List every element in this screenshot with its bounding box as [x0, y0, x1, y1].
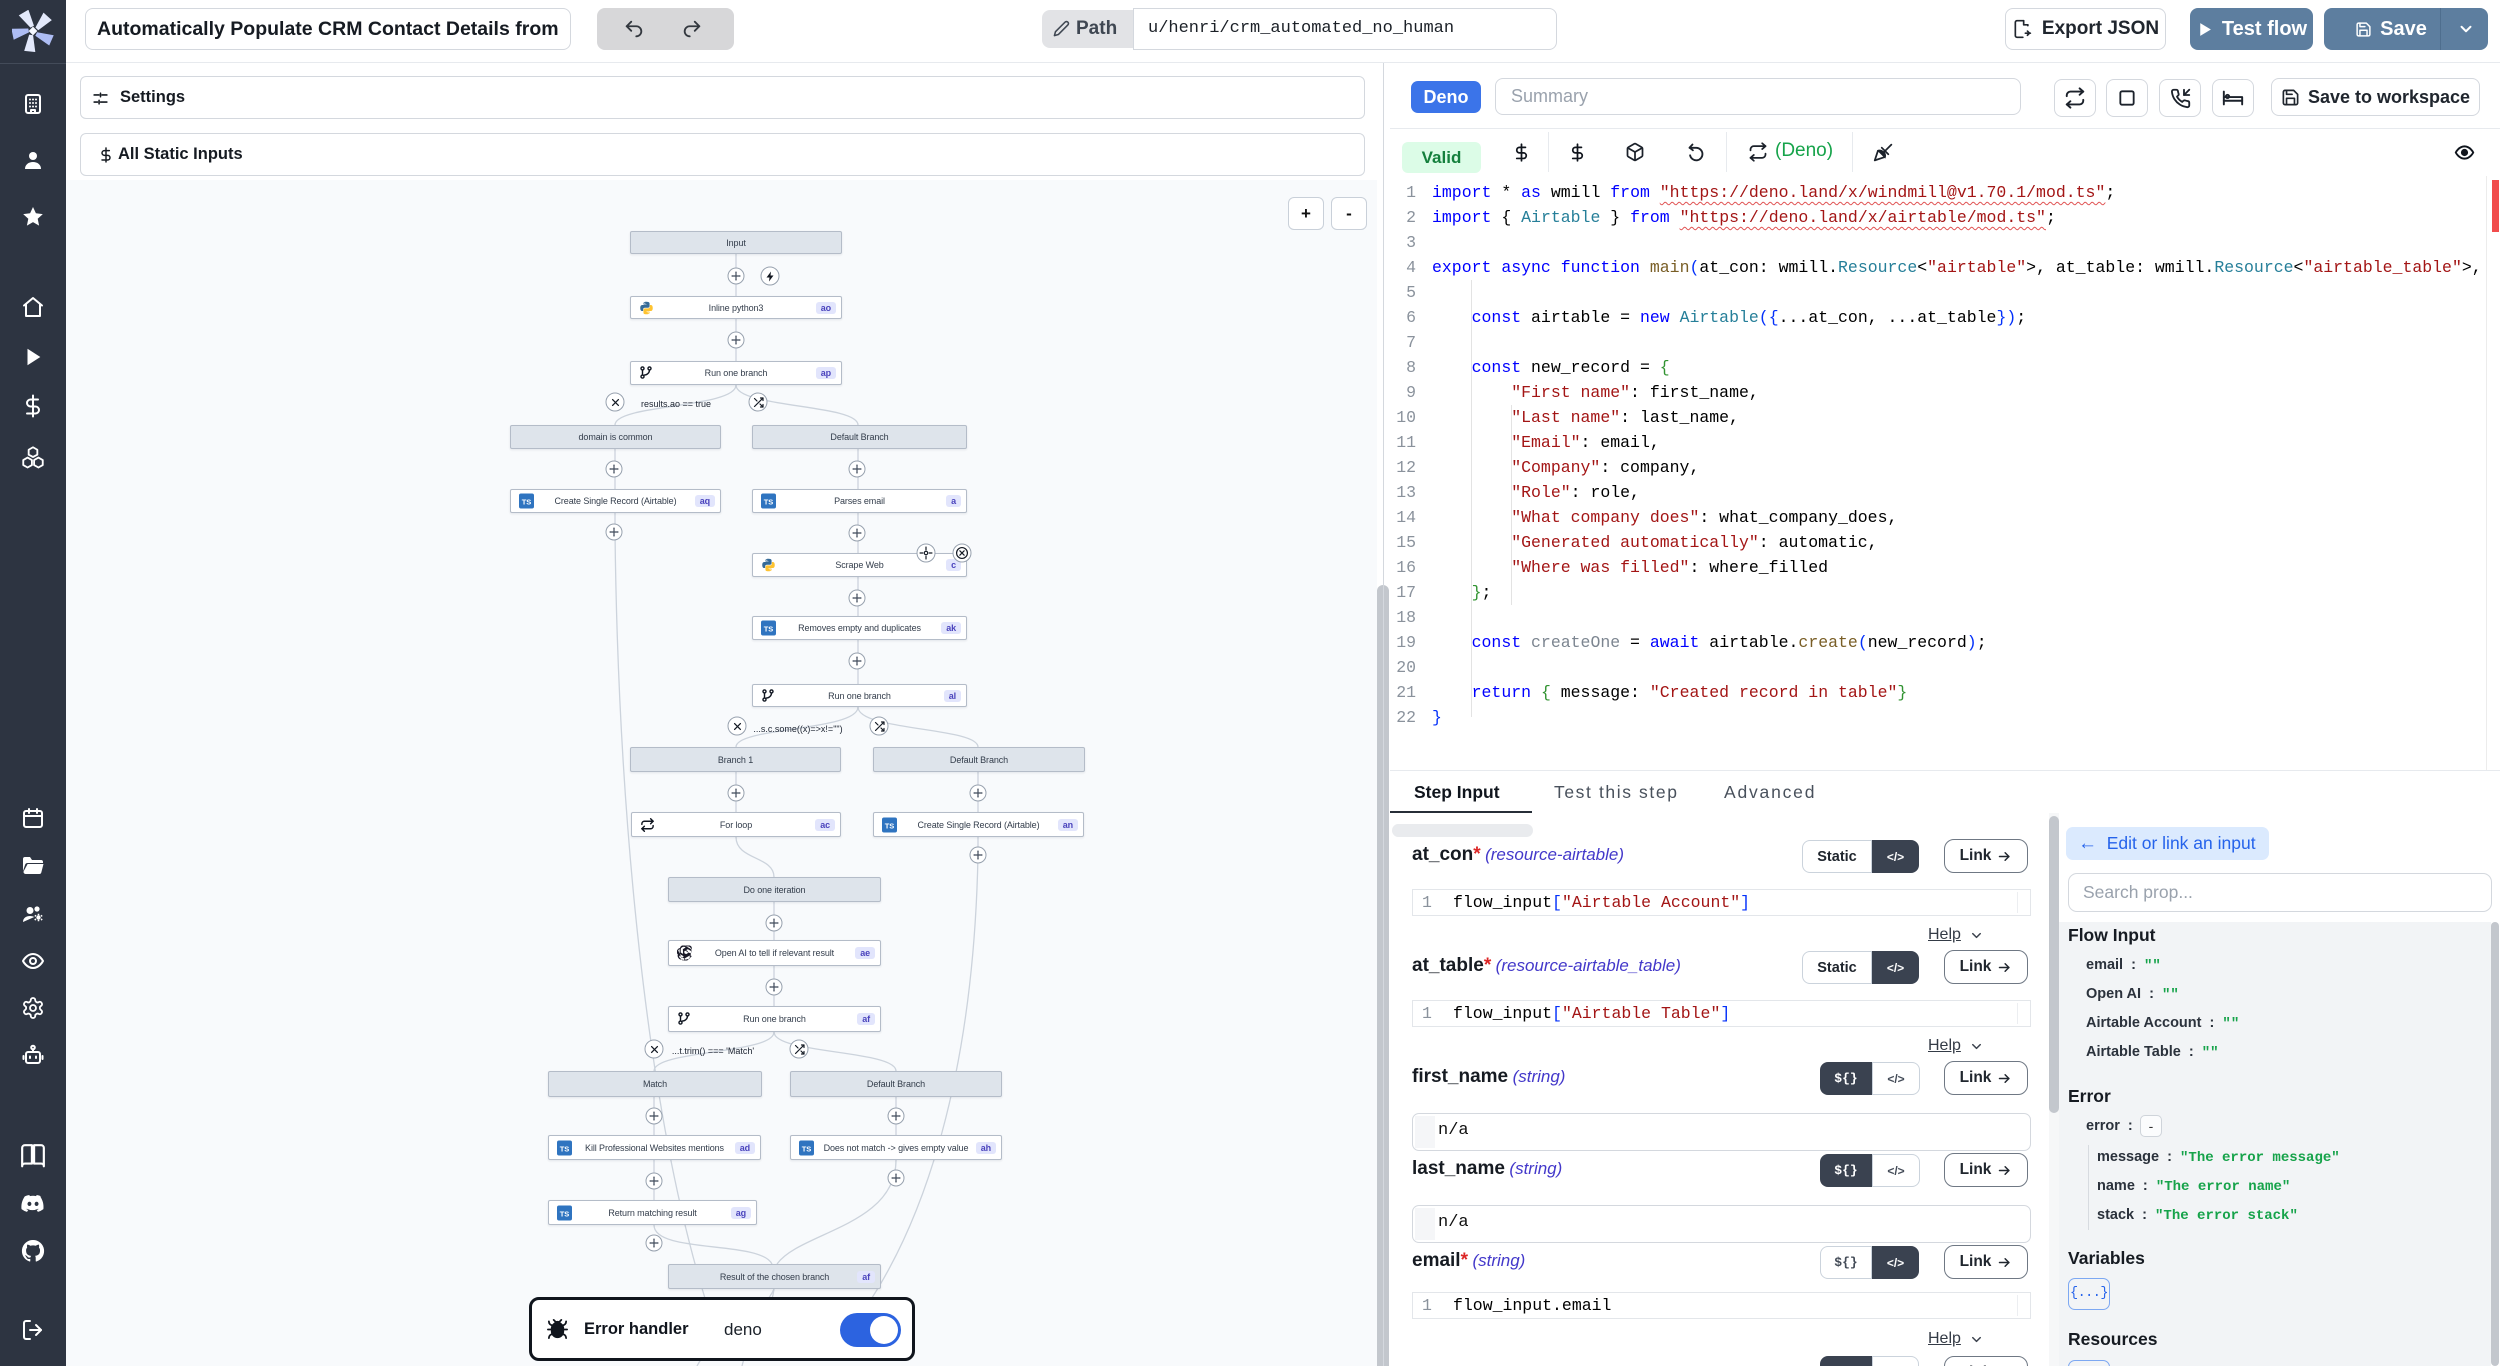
svg-text:TS: TS [560, 1209, 569, 1218]
svg-text:TS: TS [885, 821, 894, 830]
svg-text:TS: TS [764, 498, 773, 507]
svg-text:TS: TS [802, 1144, 811, 1153]
svg-text:TS: TS [522, 498, 531, 507]
svg-text:TS: TS [560, 1144, 569, 1153]
svg-text:TS: TS [764, 625, 773, 634]
